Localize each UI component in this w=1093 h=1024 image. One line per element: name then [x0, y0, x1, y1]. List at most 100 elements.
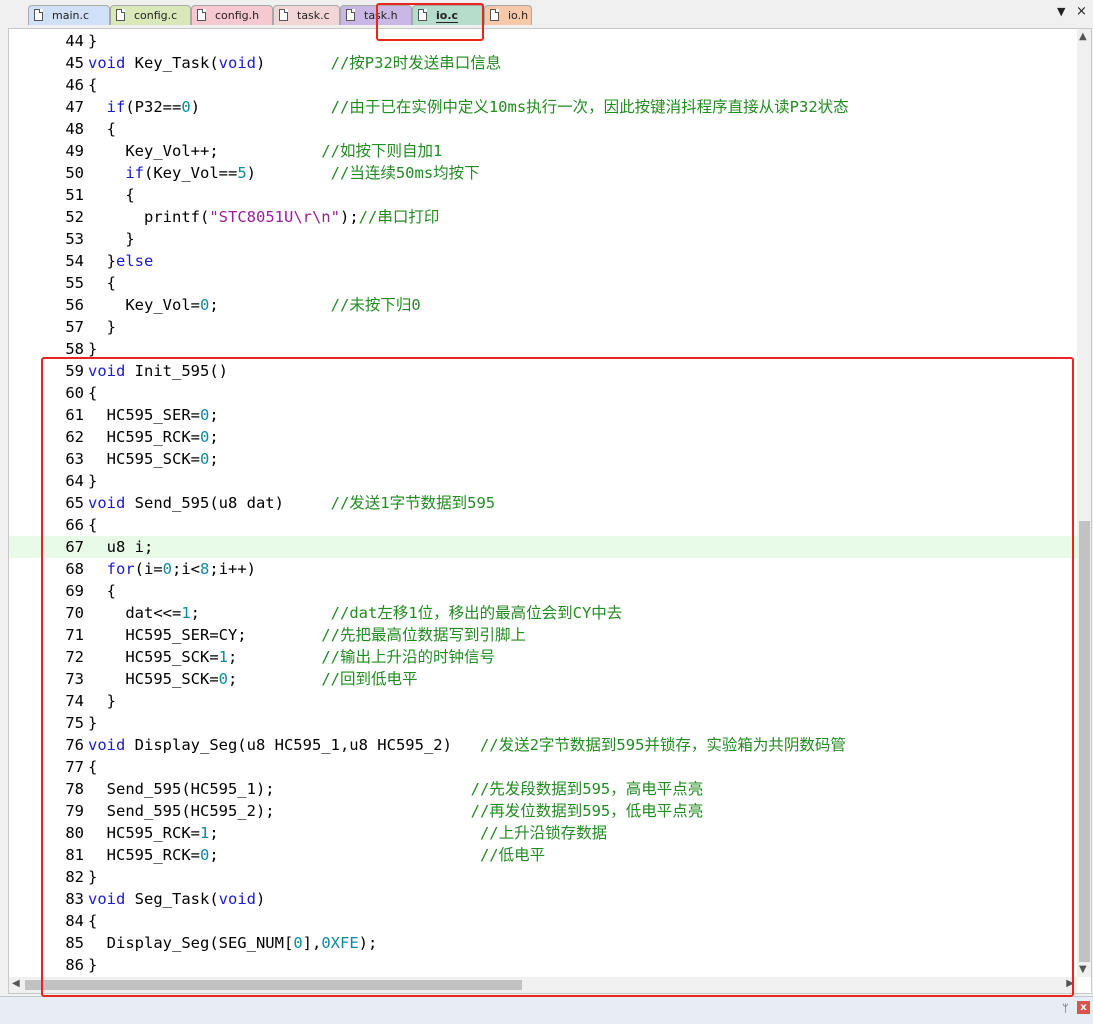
line-text: HC595_SER=0; [88, 404, 219, 426]
tab-label: config.c [134, 9, 178, 22]
code-number: 5 [237, 164, 247, 182]
vertical-scrollbar[interactable]: ▲ ▼ [1077, 29, 1091, 977]
code-line[interactable]: 59 void Init_595() [9, 360, 1077, 382]
code-line[interactable]: 51 { [9, 184, 1077, 206]
code-line[interactable]: 49 Key_Vol++; //如按下则自加1 [9, 140, 1077, 162]
line-number: 79 [65, 802, 84, 820]
code-line[interactable]: 70 dat<<=1; //dat左移1位，移出的最高位会到CY中去 [9, 602, 1077, 624]
scroll-down-arrow-icon[interactable]: ▼ [1079, 964, 1087, 975]
code-line[interactable]: 85 Display_Seg(SEG_NUM[0],0XFE); [9, 932, 1077, 954]
vertical-scroll-thumb[interactable] [1079, 521, 1090, 962]
code-line[interactable]: 66{ [9, 514, 1077, 536]
code-line[interactable]: 67 u8 i; [9, 536, 1077, 558]
code-editor[interactable]: 44} 45 void Key_Task(void) //按P32时发送串口信息 46… [8, 28, 1092, 994]
code-token: ; [209, 296, 331, 314]
code-line[interactable]: 61 HC595_SER=0; [9, 404, 1077, 426]
line-number: 82 [65, 868, 84, 886]
tab-task-h[interactable]: task.h [340, 5, 412, 25]
line-text: { [88, 74, 97, 96]
code-token: Send_595(HC595_2); [88, 802, 471, 820]
code-line[interactable]: 74 } [9, 690, 1077, 712]
code-line[interactable]: 77{ [9, 756, 1077, 778]
code-line[interactable]: 53 } [9, 228, 1077, 250]
file-icon [418, 9, 427, 21]
tab-main-c[interactable]: main.c [28, 5, 110, 25]
line-number: 84 [65, 912, 84, 930]
line-number: 56 [65, 296, 84, 314]
code-number: 1 [181, 604, 191, 622]
code-line[interactable]: 47 if(P32==0) //由于已在实例中定义10ms执行一次，因此按键消抖… [9, 96, 1077, 118]
close-panel-icon[interactable]: x [1077, 1001, 1090, 1014]
tab-config-h[interactable]: config.h [191, 5, 273, 25]
tab-list-dropdown-icon[interactable]: ▼ [1057, 5, 1065, 18]
code-line[interactable]: 78 Send_595(HC595_1); //先发段数据到595，高电平点亮 [9, 778, 1077, 800]
code-token: HC595_SCK= [88, 648, 219, 666]
code-line[interactable]: 44} [9, 30, 1077, 52]
scroll-right-arrow-icon[interactable]: ▶ [1066, 978, 1074, 989]
line-text: for(i=0;i<8;i++) [88, 558, 256, 580]
code-token: HC595_RCK= [88, 846, 200, 864]
line-text: if(Key_Vol==5) //当连续50ms均按下 [88, 162, 479, 184]
code-line[interactable]: 48 { [9, 118, 1077, 140]
line-number: 57 [65, 318, 84, 336]
code-line[interactable]: 45 void Key_Task(void) //按P32时发送串口信息 [9, 52, 1077, 74]
line-number: 76 [65, 736, 84, 754]
pin-icon[interactable]: ᛘ [1062, 1002, 1069, 1015]
scroll-up-arrow-icon[interactable]: ▲ [1079, 31, 1087, 42]
horizontal-scroll-thumb[interactable] [25, 980, 523, 990]
code-line[interactable]: 73 HC595_SCK=0; //回到低电平 [9, 668, 1077, 690]
code-comment: //先发段数据到595，高电平点亮 [470, 780, 704, 798]
line-number: 46 [65, 76, 84, 94]
code-comment: //发送1字节数据到595 [330, 494, 496, 512]
code-line[interactable]: 86} [9, 954, 1077, 976]
code-line[interactable]: 69 { [9, 580, 1077, 602]
code-line[interactable]: 55 { [9, 272, 1077, 294]
code-number: 0 [181, 98, 191, 116]
code-line[interactable]: 79 Send_595(HC595_2); //再发位数据到595，低电平点亮 [9, 800, 1077, 822]
code-keyword: void [218, 890, 256, 908]
code-line[interactable]: 50 if(Key_Vol==5) //当连续50ms均按下 [9, 162, 1077, 184]
code-line[interactable]: 58} [9, 338, 1077, 360]
code-line[interactable]: 60{ [9, 382, 1077, 404]
code-comment: //再发位数据到595，低电平点亮 [470, 802, 704, 820]
code-line[interactable]: 56 Key_Vol=0; //未按下归0 [9, 294, 1077, 316]
code-line[interactable]: 46{ [9, 74, 1077, 96]
code-line[interactable]: 64} [9, 470, 1077, 492]
horizontal-scrollbar[interactable]: ◀ ▶ [9, 977, 1077, 993]
tab-label: task.h [364, 9, 398, 22]
code-token: printf( [88, 208, 210, 226]
code-keyword: else [116, 252, 154, 270]
code-line[interactable]: 52 printf("STC8051U\r\n");//串口打印 [9, 206, 1077, 228]
code-line[interactable]: 57 } [9, 316, 1077, 338]
code-line[interactable]: 54 }else [9, 250, 1077, 272]
code-line[interactable]: 83 void Seg_Task(void) [9, 888, 1077, 910]
code-line[interactable]: 76 void Display_Seg(u8 HC595_1,u8 HC595_2… [9, 734, 1077, 756]
code-line[interactable]: 82} [9, 866, 1077, 888]
code-line[interactable]: 71 HC595_SER=CY; //先把最高位数据写到引脚上 [9, 624, 1077, 646]
bottom-panel-bar: ᛘ x [0, 996, 1093, 1024]
tab-io-h[interactable]: io.h [484, 5, 532, 25]
scroll-left-arrow-icon[interactable]: ◀ [12, 978, 20, 989]
code-line[interactable]: 65 void Send_595(u8 dat) //发送1字节数据到595 [9, 492, 1077, 514]
code-line[interactable]: 81 HC595_RCK=0; //低电平 [9, 844, 1077, 866]
code-token: Display_Seg(SEG_NUM[ [88, 934, 294, 952]
close-tab-icon[interactable]: × [1076, 4, 1087, 19]
tab-io-c[interactable]: io.c [412, 5, 484, 25]
code-token: Key_Task( [125, 54, 219, 72]
code-line[interactable]: 63 HC595_SCK=0; [9, 448, 1077, 470]
line-text: if(P32==0) //由于已在实例中定义10ms执行一次，因此按键消抖程序直… [88, 96, 849, 118]
code-comment: //串口打印 [358, 208, 440, 226]
line-text: u8 i; [88, 536, 154, 558]
tab-config-c[interactable]: config.c [110, 5, 191, 25]
line-number: 67 [65, 538, 84, 556]
code-line[interactable]: 68 for(i=0;i<8;i++) [9, 558, 1077, 580]
code-line[interactable]: 72 HC595_SCK=1; //输出上升沿的时钟信号 [9, 646, 1077, 668]
code-token: { [88, 912, 98, 930]
code-line[interactable]: 75} [9, 712, 1077, 734]
tab-task-c[interactable]: task.c [273, 5, 340, 25]
code-line[interactable]: 80 HC595_RCK=1; //上升沿锁存数据 [9, 822, 1077, 844]
line-number: 75 [65, 714, 84, 732]
code-line[interactable]: 62 HC595_RCK=0; [9, 426, 1077, 448]
code-line[interactable]: 84{ [9, 910, 1077, 932]
